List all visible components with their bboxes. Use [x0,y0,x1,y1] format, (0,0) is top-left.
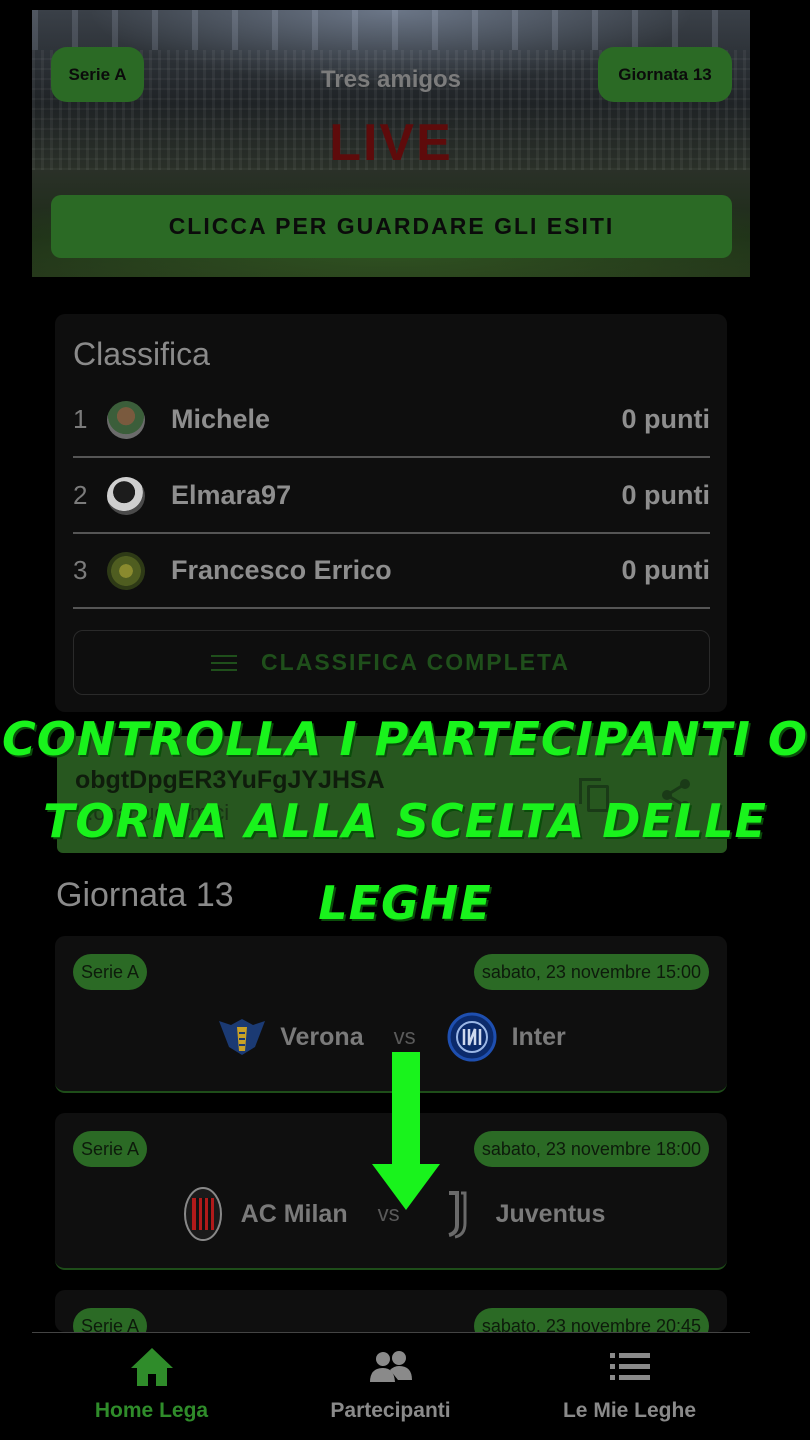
inter-logo-icon [446,1011,498,1063]
match-league-badge: Serie A [73,1131,148,1167]
nav-label: Le Mie Leghe [562,1399,697,1422]
match-league-badge: Serie A [73,954,148,990]
match-date-badge: sabato, 23 novembre 20:45 [473,1308,709,1332]
nav-label: Partecipanti [330,1399,451,1422]
away-team: Juventus [495,1199,606,1228]
full-standings-button[interactable]: CLASSIFICA COMPLETA [73,630,710,695]
player-points: 0 punti [621,480,711,510]
list-icon [211,654,238,671]
nav-label: Home Lega [94,1399,209,1422]
instruction-overlay-line1: CONTROLLA I PARTECIPANTI O [2,712,808,766]
match-league-badge: Serie A [73,1308,148,1332]
standings-row[interactable]: 1 Michele 0 punti [73,383,710,458]
rank-position: 2 [73,480,88,510]
instruction-overlay-line3: LEGHE [318,876,492,930]
match-date-badge: sabato, 23 novembre 15:00 [473,954,709,990]
standings-row[interactable]: 3 Francesco Errico 0 punti [73,534,710,609]
standings-row[interactable]: 2 Elmara97 0 punti [73,459,710,534]
league-header: Serie A Giornata 13 Tres amigos LIVE CLI… [32,10,750,277]
standings-title: Classifica [73,336,210,372]
player-name: Elmara97 [171,480,292,510]
home-icon [32,1345,271,1389]
rank-position: 3 [73,555,88,585]
milan-logo-icon [177,1187,229,1241]
view-results-button[interactable]: CLICCA PER GUARDARE GLI ESITI [51,195,732,258]
avatar [107,400,145,439]
nav-home-lega[interactable]: Home Lega [32,1333,271,1440]
nav-partecipanti[interactable]: Partecipanti [271,1333,510,1440]
arrow-down-icon [372,1052,440,1210]
player-name: Francesco Errico [171,555,392,585]
avatar [107,551,145,590]
vs-label: vs [393,1024,416,1049]
avatar [107,476,145,515]
full-standings-label: CLASSIFICA COMPLETA [261,649,570,675]
standings-card: Classifica 1 Michele 0 punti 2 Elmara97 … [55,314,727,712]
invite-code: obgtDpgER3YuFgJYJHSA [75,766,385,794]
match-card[interactable]: Serie A sabato, 23 novembre 20:45 [55,1290,727,1332]
app-screen: Serie A Giornata 13 Tres amigos LIVE CLI… [0,0,810,1440]
player-points: 0 punti [621,404,711,434]
match-date-badge: sabato, 23 novembre 18:00 [473,1131,709,1167]
bottom-navigation: Home Lega Partecipanti Le Mie Leghe [32,1332,750,1440]
player-name: Michele [171,404,271,434]
list-icon [510,1345,749,1389]
player-points: 0 punti [621,555,711,585]
league-name: Tres amigos [320,66,462,93]
nav-le-mie-leghe[interactable]: Le Mie Leghe [510,1333,749,1440]
rank-position: 1 [73,404,88,434]
live-label: LIVE [329,114,453,172]
instruction-overlay-line2: TORNA ALLA SCELTA DELLE [43,794,767,848]
users-icon [271,1345,510,1389]
verona-logo-icon [216,1011,268,1063]
home-team: AC Milan [240,1199,348,1228]
away-team: Inter [511,1022,566,1051]
home-team: Verona [280,1022,364,1051]
stadium-lights-image [32,10,750,50]
